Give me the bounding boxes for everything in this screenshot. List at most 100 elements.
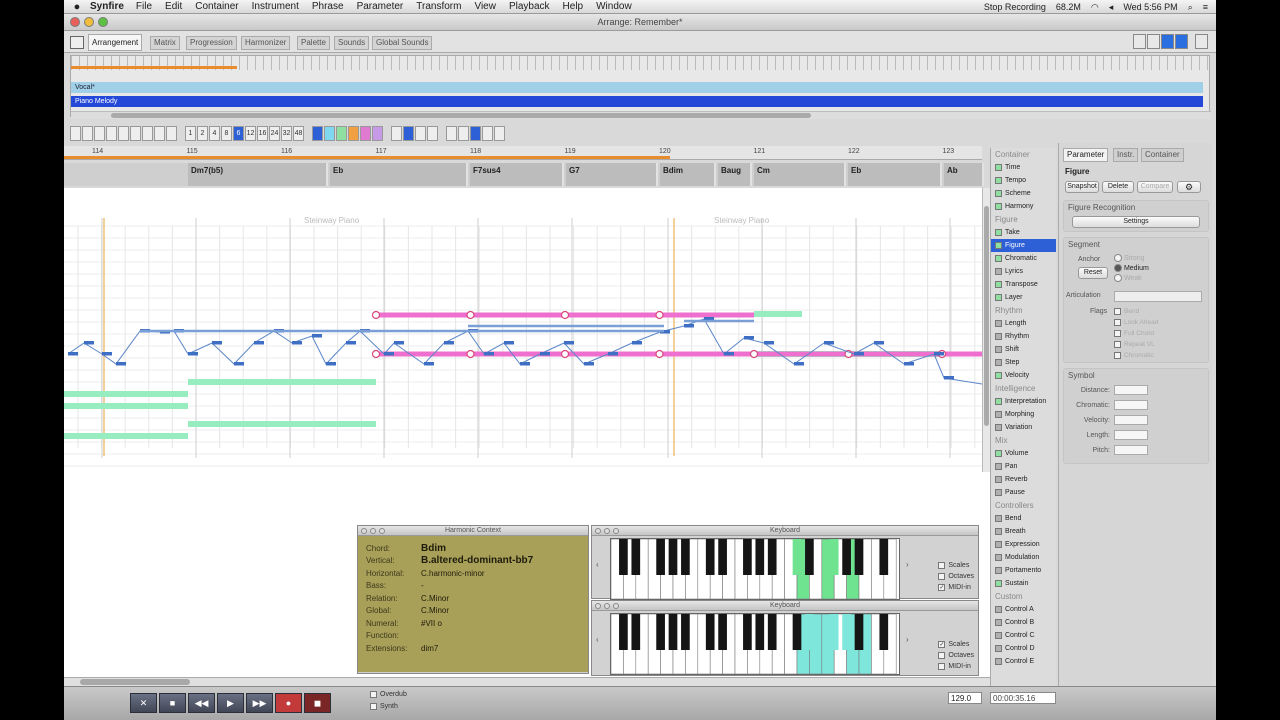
scroll-right-icon[interactable]: › xyxy=(906,560,909,569)
checkbox[interactable] xyxy=(1114,330,1121,337)
search-icon[interactable]: ⌕ xyxy=(1188,2,1193,13)
symbol-field-input[interactable] xyxy=(1114,385,1148,395)
sidebar-toggle-button[interactable] xyxy=(70,36,84,49)
category-item-control-c[interactable]: Control C xyxy=(991,629,1056,642)
harmonic-context-titlebar[interactable]: Harmonic Context xyxy=(358,526,588,536)
editor-horizontal-scrollbar[interactable] xyxy=(64,677,990,686)
category-group-header[interactable]: Intelligence xyxy=(991,382,1056,395)
category-item-expression[interactable]: Expression xyxy=(991,538,1056,551)
view-option-button[interactable] xyxy=(470,125,481,141)
checkbox[interactable] xyxy=(1114,341,1121,348)
edit-tool-button[interactable] xyxy=(82,125,93,141)
tempo-field[interactable]: 129.0 xyxy=(948,692,982,704)
menu-instrument[interactable]: Instrument xyxy=(252,1,299,12)
timecode-field[interactable]: 00:00:35.16 xyxy=(990,692,1056,704)
chord-symbol[interactable]: Baug xyxy=(718,163,752,186)
menu-edit[interactable]: Edit xyxy=(165,1,182,12)
overview-scroll-thumb[interactable] xyxy=(111,113,811,118)
view-option-button[interactable] xyxy=(494,125,505,141)
category-item-variation[interactable]: Variation xyxy=(991,421,1056,434)
figure-editor[interactable]: Steinway Piano Steinway Piano xyxy=(64,188,982,472)
edit-tool-button[interactable] xyxy=(166,125,177,141)
resolution-button[interactable]: 32 xyxy=(281,125,292,141)
transport-button[interactable]: ✕ xyxy=(130,693,157,713)
scroll-right-icon[interactable]: › xyxy=(906,635,909,644)
category-item-step[interactable]: Step xyxy=(991,356,1056,369)
snap-option-button[interactable] xyxy=(403,125,414,141)
resolution-button[interactable]: 12 xyxy=(245,125,256,141)
resolution-button[interactable]: 4 xyxy=(209,125,220,141)
chord-symbol[interactable]: Bdim xyxy=(660,163,716,186)
tab-progression[interactable]: Progression xyxy=(186,36,237,50)
editor-scroll-thumb[interactable] xyxy=(984,206,989,426)
chord-symbol[interactable]: G7 xyxy=(566,163,658,186)
category-item-bend[interactable]: Bend xyxy=(991,512,1056,525)
edit-tool-button[interactable] xyxy=(130,125,141,141)
app-menu[interactable]: Synfire xyxy=(90,1,124,12)
transport-button[interactable]: ◼ xyxy=(304,693,331,713)
checkbox[interactable] xyxy=(938,573,946,580)
tab-matrix[interactable]: Matrix xyxy=(150,36,180,50)
category-group-header[interactable]: Controllers xyxy=(991,499,1056,512)
symbol-field-input[interactable] xyxy=(1114,400,1148,410)
keyboard-titlebar[interactable]: Keyboard xyxy=(592,526,978,536)
tab-harmonizer[interactable]: Harmonizer xyxy=(241,36,291,50)
category-item-take[interactable]: Take xyxy=(991,226,1056,239)
tab-instr[interactable]: Instr. xyxy=(1113,148,1139,162)
category-item-shift[interactable]: Shift xyxy=(991,343,1056,356)
checkbox[interactable]: ✓ xyxy=(938,584,946,591)
menu-file[interactable]: File xyxy=(136,1,152,12)
chord-symbol[interactable]: Dm7(b5) xyxy=(188,163,328,186)
reset-button[interactable]: Reset xyxy=(1078,267,1108,279)
menu-container[interactable]: Container xyxy=(195,1,238,12)
keyboard-option[interactable]: Octaves xyxy=(938,650,974,661)
piano-keyboard[interactable] xyxy=(610,613,900,675)
keyboard-option[interactable]: MIDI-in xyxy=(938,661,974,672)
anchor-strong[interactable]: Strong xyxy=(1114,254,1149,264)
chord-symbol[interactable]: Cm xyxy=(754,163,846,186)
minimize-window-button[interactable] xyxy=(84,17,94,27)
resolution-button[interactable]: 2 xyxy=(197,125,208,141)
category-item-scheme[interactable]: Scheme xyxy=(991,187,1056,200)
category-item-breath[interactable]: Breath xyxy=(991,525,1056,538)
category-item-velocity[interactable]: Velocity xyxy=(991,369,1056,382)
window-controls[interactable] xyxy=(361,528,385,534)
window-controls[interactable] xyxy=(595,528,619,534)
symbol-field-input[interactable] xyxy=(1114,445,1148,455)
color-swatch-button[interactable] xyxy=(360,125,371,141)
resolution-button[interactable]: 24 xyxy=(269,125,280,141)
tab-container[interactable]: Container xyxy=(1141,148,1184,162)
view-button-bullseye[interactable] xyxy=(1147,34,1160,49)
category-item-figure[interactable]: Figure xyxy=(991,239,1056,252)
color-swatch-button[interactable] xyxy=(372,125,383,141)
editor-vertical-scrollbar[interactable] xyxy=(982,188,990,472)
category-item-interpretation[interactable]: Interpretation xyxy=(991,395,1056,408)
checkbox[interactable] xyxy=(938,652,946,659)
chord-symbol[interactable]: Eb xyxy=(848,163,942,186)
chord-symbol[interactable]: Eb xyxy=(330,163,468,186)
checkbox[interactable]: ✓ xyxy=(938,641,946,648)
category-item-pan[interactable]: Pan xyxy=(991,460,1056,473)
apple-icon[interactable]: ● xyxy=(64,1,90,13)
snap-option-button[interactable] xyxy=(391,125,402,141)
resolution-button[interactable]: 48 xyxy=(293,125,304,141)
edit-tool-button[interactable] xyxy=(154,125,165,141)
category-group-header[interactable]: Mix xyxy=(991,434,1056,447)
symbol-field-input[interactable] xyxy=(1114,415,1148,425)
keyboard-option[interactable]: Scales xyxy=(938,560,974,571)
checkbox[interactable] xyxy=(1114,352,1121,359)
menu-view[interactable]: View xyxy=(474,1,496,12)
edit-tool-button[interactable] xyxy=(142,125,153,141)
synth-checkbox[interactable] xyxy=(370,703,377,710)
clock[interactable]: Wed 5:56 PM xyxy=(1123,2,1177,12)
checkbox[interactable] xyxy=(1114,319,1121,326)
category-item-sustain[interactable]: Sustain xyxy=(991,577,1056,590)
menu-phrase[interactable]: Phrase xyxy=(312,1,344,12)
radio-icon[interactable] xyxy=(1114,274,1122,283)
transport-button[interactable]: ■ xyxy=(159,693,186,713)
gear-icon[interactable]: ⚙ xyxy=(1177,181,1201,193)
category-item-lyrics[interactable]: Lyrics xyxy=(991,265,1056,278)
category-item-tempo[interactable]: Tempo xyxy=(991,174,1056,187)
category-item-harmony[interactable]: Harmony xyxy=(991,200,1056,213)
overdub-option[interactable]: Overdub xyxy=(370,691,407,698)
